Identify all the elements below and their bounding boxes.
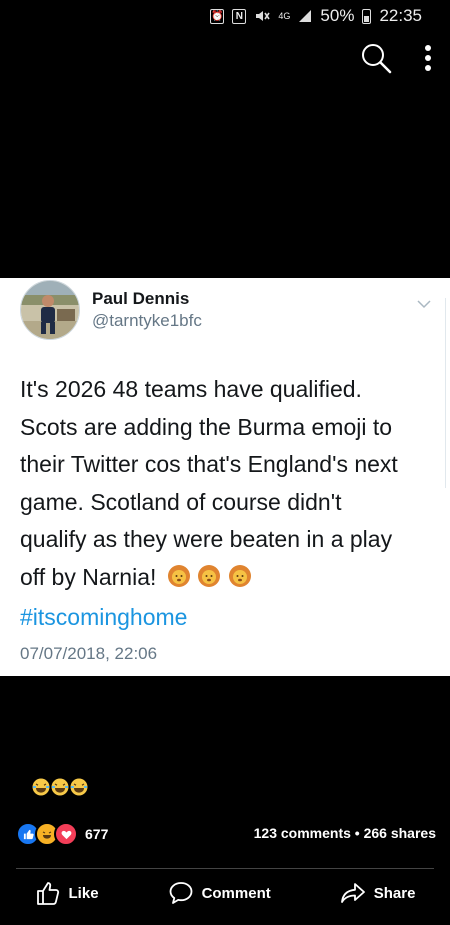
card-edge-divider xyxy=(445,298,450,488)
clock: 22:35 xyxy=(379,6,422,25)
comment-icon xyxy=(169,882,192,904)
tweet-line: game. Scotland of course didn't xyxy=(20,488,342,515)
status-bar: ⏰ N 4G 50% 22:35 xyxy=(0,0,450,32)
lion-icon xyxy=(228,564,251,587)
share-label: Share xyxy=(373,884,416,902)
battery-icon xyxy=(362,8,372,24)
more-vertical-icon[interactable] xyxy=(424,44,432,77)
lion-icon xyxy=(198,564,221,587)
lion-emoji-group xyxy=(167,562,252,600)
thumbs-up-icon xyxy=(36,882,59,905)
stats-separator: • xyxy=(354,825,360,841)
author-name[interactable]: Paul Dennis xyxy=(92,289,189,309)
hashtag-link[interactable]: #itscominghome xyxy=(20,599,440,637)
comment-label: Comment xyxy=(201,884,271,902)
lion-icon xyxy=(167,564,190,587)
mute-icon xyxy=(254,8,271,24)
reactions-summary[interactable]: 677 xyxy=(16,822,108,846)
laughing-icon xyxy=(51,778,69,796)
chevron-down-icon[interactable] xyxy=(416,296,432,314)
avatar xyxy=(20,280,80,340)
laughing-icon xyxy=(32,778,50,796)
like-button[interactable]: Like xyxy=(35,880,99,906)
laughing-icon xyxy=(70,778,88,796)
tweet-timestamp: 07/07/2018, 22:06 xyxy=(20,644,158,663)
signal-icon xyxy=(298,9,312,23)
tweet-line: their Twitter cos that's England's next xyxy=(20,451,398,477)
tweet-body: It's 2026 48 teams have qualified. Scots… xyxy=(20,371,440,637)
network-4g-icon: 4G xyxy=(278,10,291,21)
author-handle[interactable]: @tarntyke1bfc xyxy=(92,311,202,331)
reaction-count: 677 xyxy=(85,826,109,842)
comment-button[interactable]: Comment xyxy=(168,880,271,906)
tweet-line-with-emoji: off by Narnia! xyxy=(20,559,440,600)
love-reaction-icon xyxy=(54,822,78,846)
tweet-line: Scots are adding the Burma emoji to xyxy=(20,413,393,440)
tweet-line: qualify as they were beaten in a play xyxy=(20,526,393,552)
divider xyxy=(16,868,434,869)
share-arrow-icon xyxy=(340,883,365,903)
top-toolbar xyxy=(360,42,432,79)
tweet-line: off by Narnia! xyxy=(20,563,157,590)
like-label: Like xyxy=(68,884,99,902)
tweet-card[interactable]: Paul Dennis @tarntyke1bfc It's 2026 48 t… xyxy=(0,278,450,676)
caption-emoji xyxy=(32,778,88,796)
post-stats: 123 comments • 266 shares xyxy=(254,825,436,841)
post-actions: Like Comment Share xyxy=(0,880,450,906)
alarm-icon: ⏰ xyxy=(210,8,225,24)
search-icon[interactable] xyxy=(360,42,392,79)
battery-percent: 50% xyxy=(320,6,355,25)
nfc-icon: N xyxy=(232,8,247,24)
comments-count[interactable]: 123 comments xyxy=(254,825,351,841)
tweet-line: It's 2026 48 teams have qualified. xyxy=(20,376,362,402)
share-button[interactable]: Share xyxy=(340,880,416,906)
shares-count[interactable]: 266 shares xyxy=(364,825,436,841)
